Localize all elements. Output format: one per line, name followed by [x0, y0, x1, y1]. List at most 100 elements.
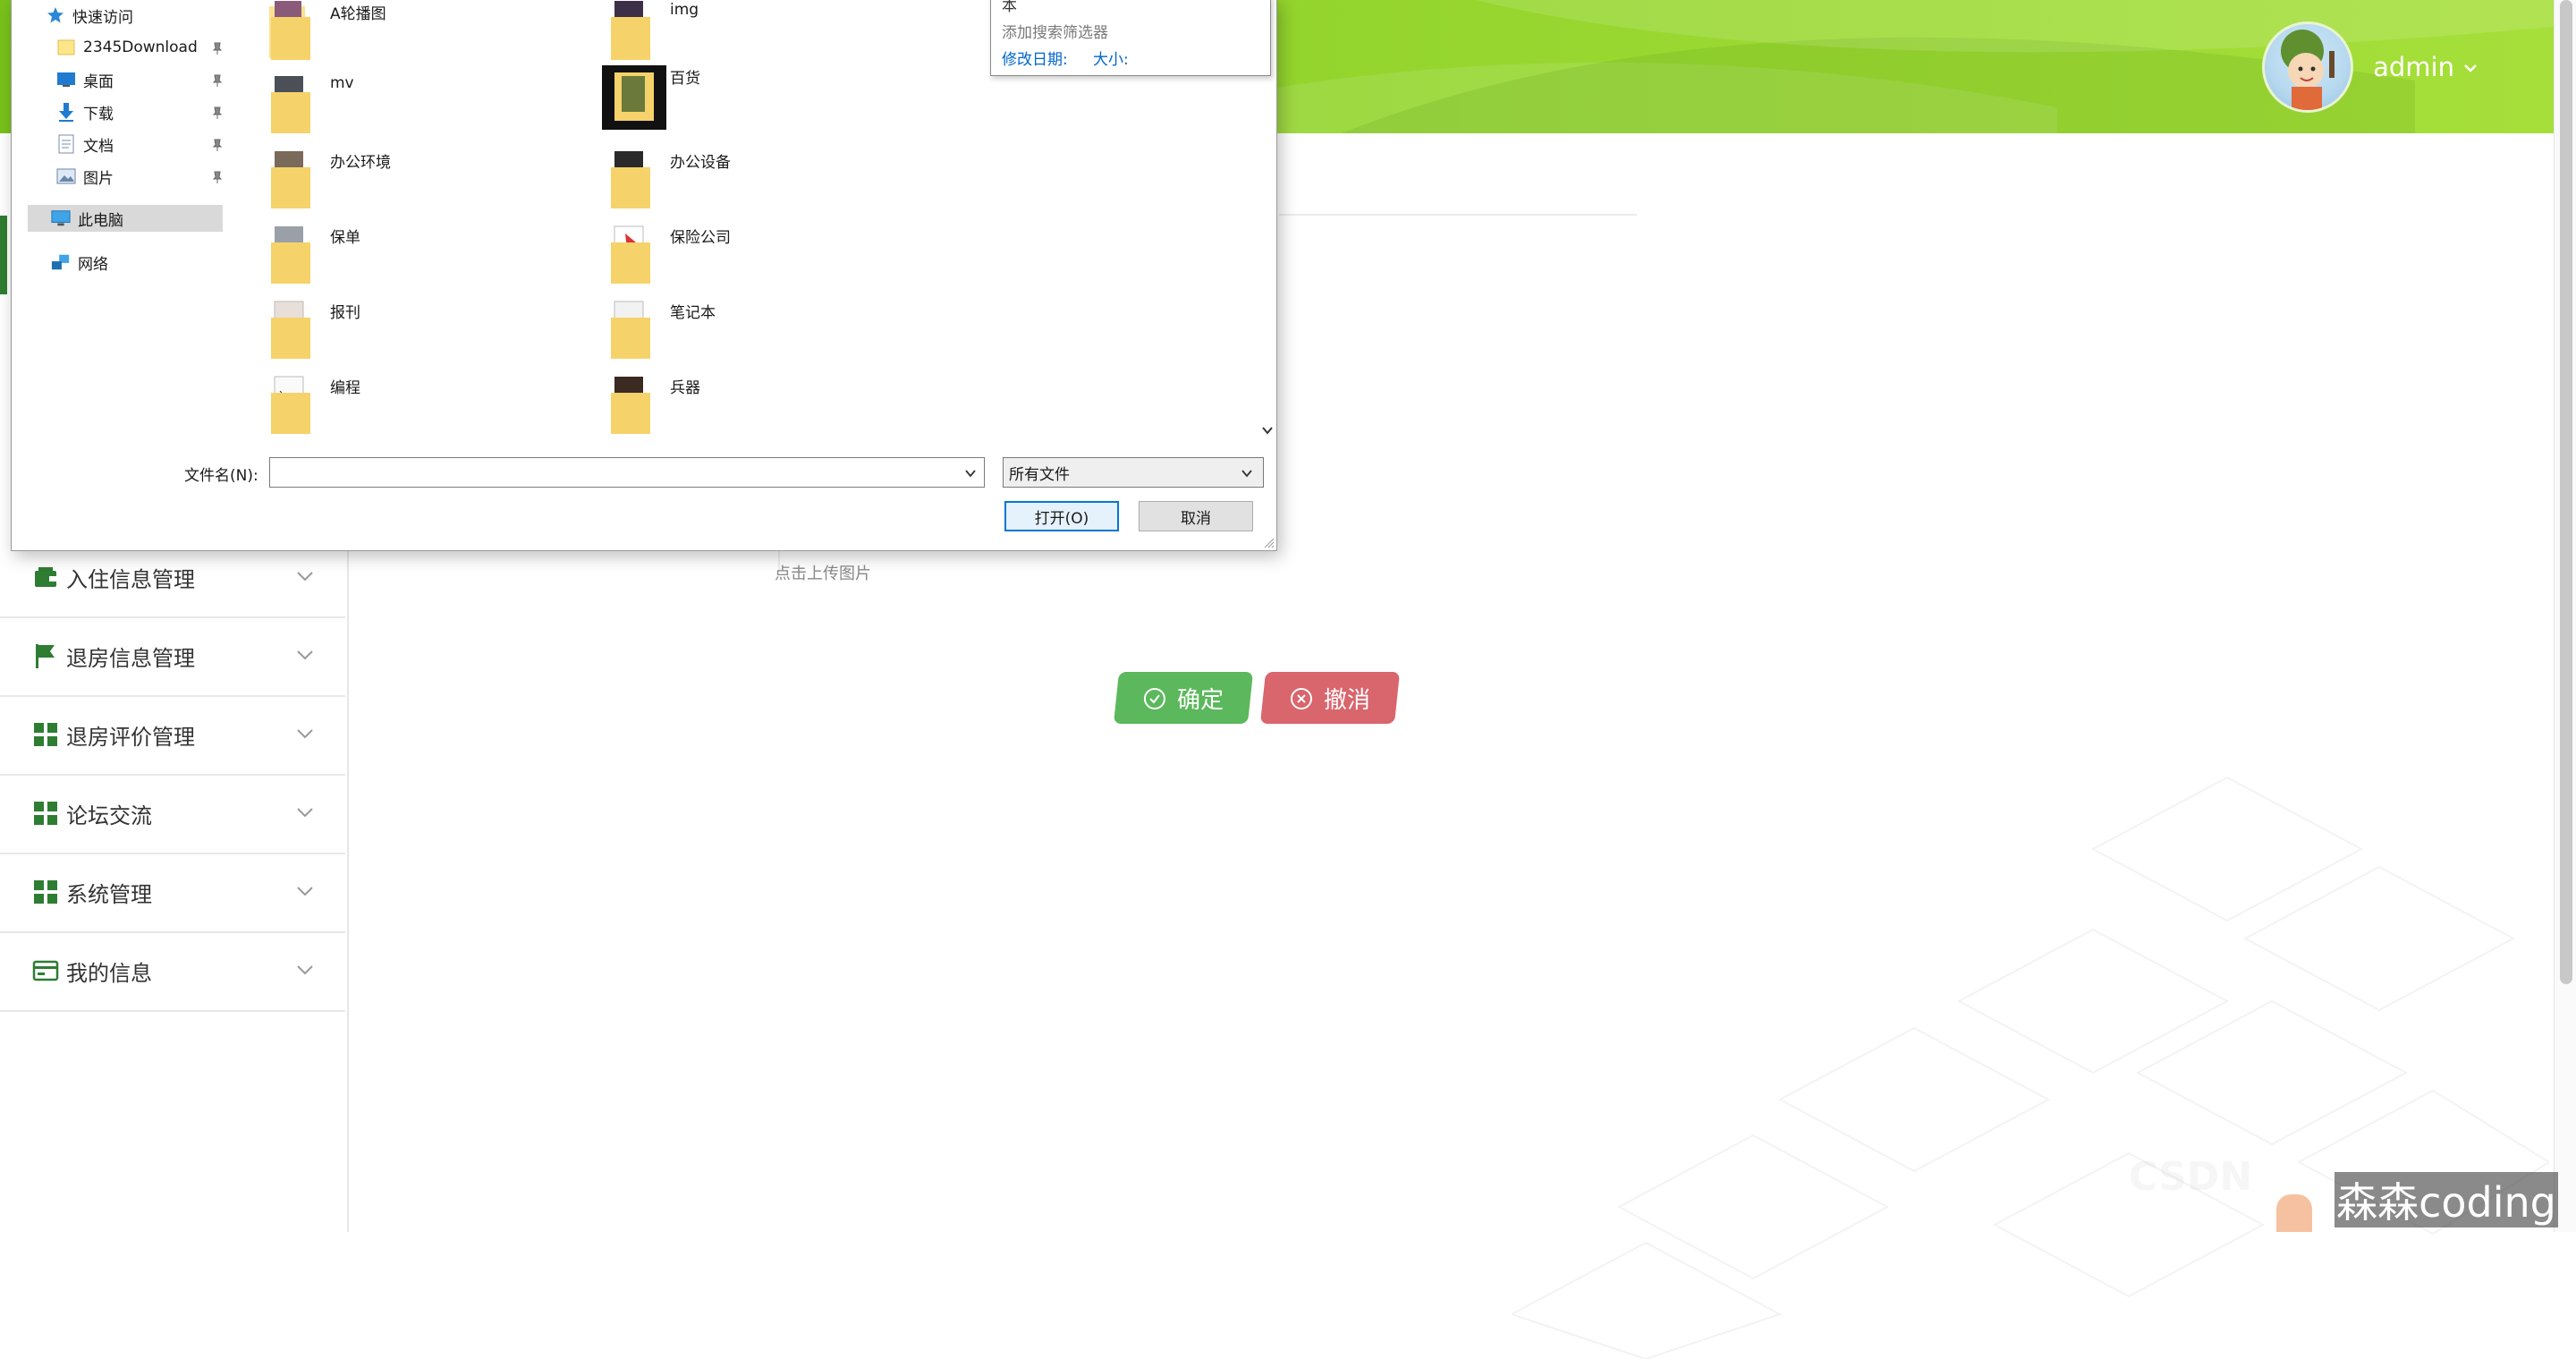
- wallet-icon: [30, 562, 61, 592]
- sidebar-item-label: 系统管理: [66, 881, 152, 907]
- nav-item-pictures[interactable]: 图片: [56, 163, 223, 190]
- sidebar-item-label: 我的信息: [66, 960, 152, 986]
- file-item[interactable]: img: [602, 0, 906, 71]
- file-name: 报刊: [330, 304, 360, 322]
- folder-thumbnail-icon: [262, 72, 319, 137]
- folder-icon: [56, 38, 76, 57]
- nav-item-desktop[interactable]: 桌面: [56, 66, 223, 93]
- filter-size-link[interactable]: 大小:: [1093, 47, 1129, 69]
- nav-label: 图片: [83, 169, 114, 188]
- chevron-down-icon[interactable]: [2463, 56, 2478, 79]
- pin-icon: [212, 42, 223, 55]
- close-circle-icon: [1290, 687, 1312, 709]
- open-button[interactable]: 打开(O): [1004, 501, 1119, 531]
- picture-icon: [56, 166, 76, 186]
- file-item[interactable]: A轮播图: [262, 0, 566, 71]
- sidebar-item-checkout[interactable]: 退房信息管理: [0, 616, 345, 697]
- grid-icon: [30, 798, 61, 828]
- folder-thumbnail-icon: [262, 0, 319, 64]
- avatar-cartoon-icon: [2281, 30, 2335, 110]
- chevron-down-icon: [297, 572, 313, 582]
- file-name: img: [670, 1, 699, 19]
- sidebar-item-label: 论坛交流: [66, 803, 152, 828]
- sidebar-item-checkout-review[interactable]: 退房评价管理: [0, 695, 345, 776]
- filetype-select[interactable]: 所有文件: [1003, 457, 1264, 488]
- desktop-icon: [56, 70, 76, 89]
- sidebar-item-my-info[interactable]: 我的信息: [0, 931, 345, 1012]
- chevron-down-icon: [297, 808, 313, 818]
- nav-item-documents[interactable]: 文档: [56, 131, 223, 157]
- nav-label: 2345Download: [83, 38, 198, 56]
- cancel-button[interactable]: 撤消: [1259, 672, 1401, 724]
- user-menu[interactable]: admin: [2262, 21, 2478, 113]
- sidebar-item-forum[interactable]: 论坛交流: [0, 774, 345, 854]
- sidebar-item-label: 入住信息管理: [66, 566, 195, 592]
- chevron-down-icon[interactable]: [1260, 423, 1275, 437]
- confirm-button-label: 确定: [1176, 686, 1224, 714]
- card-icon: [30, 956, 61, 986]
- file-name: 办公环境: [330, 154, 391, 172]
- nav-item-2345download[interactable]: 2345Download: [56, 34, 223, 61]
- nav-item-downloads[interactable]: 下载: [56, 98, 223, 125]
- chevron-down-icon: [297, 650, 313, 660]
- nav-this-pc[interactable]: 此电脑: [28, 205, 223, 232]
- folder-thumbnail-icon: [262, 223, 319, 287]
- form-divider: [1279, 214, 1637, 216]
- file-item[interactable]: 编程: [262, 373, 566, 445]
- page-scrollbar-thumb[interactable]: [2560, 0, 2572, 984]
- upload-hint[interactable]: 点击上传图片: [698, 561, 948, 584]
- search-filter-text: 本: [1002, 0, 1017, 15]
- file-name: 保险公司: [670, 229, 731, 247]
- nav-label: 快速访问: [72, 8, 133, 27]
- username[interactable]: admin: [2373, 52, 2454, 82]
- dialog-nav-pane: 快速访问 2345Download 桌面 下载 文档 图片 此电脑 网络: [12, 0, 226, 446]
- watermark-ghost: CSDN: [2129, 1154, 2253, 1200]
- sidebar-item-label: 退房评价管理: [66, 724, 195, 750]
- file-item[interactable]: 百货: [602, 64, 906, 135]
- app-root: admin 入住信息管理 退房信息管理 退房评价管理 论坛交流 系统管理 我的信…: [0, 0, 2576, 1359]
- filename-input[interactable]: [269, 457, 985, 488]
- confirm-button[interactable]: 确定: [1113, 672, 1254, 724]
- chevron-down-icon: [297, 965, 313, 975]
- dialog-cancel-button[interactable]: 取消: [1139, 501, 1253, 531]
- filename-label: 文件名(N):: [184, 467, 258, 485]
- flag-icon: [30, 641, 61, 671]
- folder-thumbnail-icon: [602, 373, 659, 437]
- nav-label: 下载: [83, 105, 114, 123]
- nav-label: 此电脑: [78, 211, 123, 230]
- folder-thumbnail-icon: [602, 298, 659, 362]
- search-filter-popup: 本 添加搜索筛选器 修改日期: 大小:: [990, 0, 1271, 76]
- file-name: 笔记本: [670, 304, 716, 322]
- pin-icon: [212, 106, 223, 119]
- folder-thumbnail-icon: [262, 148, 319, 212]
- folder-thumbnail-icon: [602, 0, 659, 64]
- file-name: 保单: [330, 229, 360, 247]
- watermark-decoration: [2276, 1194, 2312, 1232]
- sidebar-item-system[interactable]: 系统管理: [0, 853, 345, 933]
- file-item[interactable]: 笔记本: [602, 298, 906, 369]
- page-scrollbar[interactable]: [2554, 0, 2576, 1232]
- file-item[interactable]: 报刊: [262, 298, 566, 369]
- filter-modified-date-link[interactable]: 修改日期:: [1002, 47, 1068, 69]
- file-item[interactable]: 保单: [262, 223, 566, 294]
- nav-network[interactable]: 网络: [51, 249, 108, 276]
- avatar[interactable]: [2262, 21, 2354, 113]
- chevron-down-icon[interactable]: [963, 466, 978, 480]
- file-item[interactable]: 办公设备: [602, 148, 906, 219]
- nav-quick-access[interactable]: 快速访问: [46, 2, 133, 29]
- filetype-value: 所有文件: [1009, 465, 1070, 484]
- sidebar-active-indicator: [0, 216, 7, 294]
- watermark: 森森coding: [2334, 1172, 2558, 1227]
- grid-icon: [30, 719, 61, 750]
- grid-icon: [30, 877, 61, 907]
- nav-label: 文档: [83, 137, 114, 156]
- file-item[interactable]: mv: [262, 72, 566, 144]
- file-item[interactable]: 兵器: [602, 373, 906, 445]
- file-item[interactable]: 办公环境: [262, 148, 566, 219]
- file-name: A轮播图: [330, 5, 386, 23]
- pin-icon: [212, 74, 223, 87]
- search-filter-title: 添加搜索筛选器: [1002, 24, 1108, 42]
- cancel-button-label: 撤消: [1323, 686, 1370, 714]
- file-item[interactable]: 保险公司: [602, 223, 906, 294]
- resize-grip-icon[interactable]: [1262, 536, 1275, 548]
